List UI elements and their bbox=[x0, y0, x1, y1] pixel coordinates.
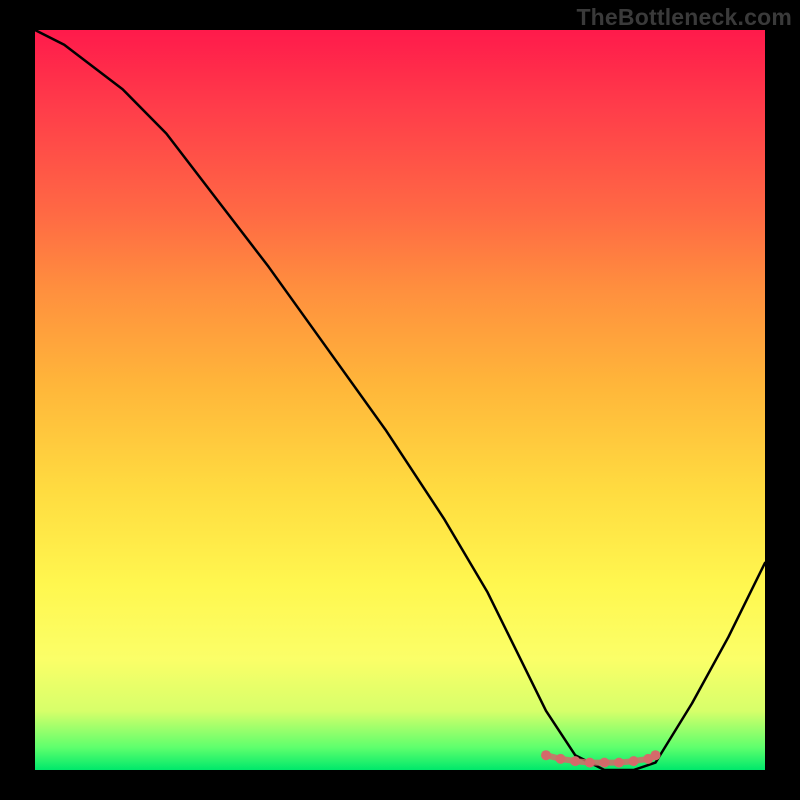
optimal-marker bbox=[614, 758, 624, 768]
optimal-marker bbox=[570, 756, 580, 766]
optimal-band-markers bbox=[541, 750, 661, 767]
bottleneck-curve bbox=[35, 30, 765, 770]
optimal-marker bbox=[629, 756, 639, 766]
chart-frame: TheBottleneck.com bbox=[0, 0, 800, 800]
chart-svg bbox=[35, 30, 765, 770]
optimal-marker bbox=[556, 754, 566, 764]
optimal-marker bbox=[651, 750, 661, 760]
optimal-marker bbox=[541, 750, 551, 760]
watermark-text: TheBottleneck.com bbox=[576, 4, 792, 31]
optimal-marker bbox=[585, 758, 595, 768]
optimal-marker bbox=[599, 758, 609, 768]
plot-area bbox=[35, 30, 765, 770]
